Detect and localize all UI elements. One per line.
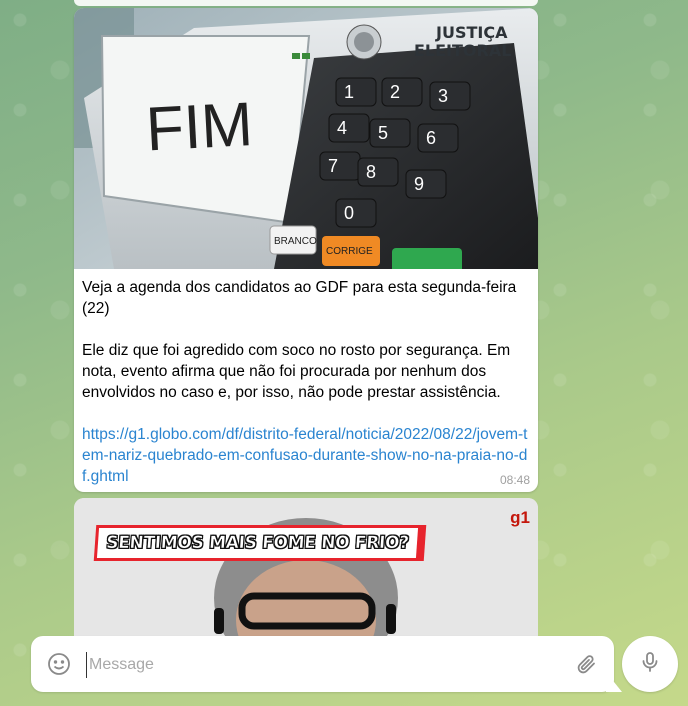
key-0: 0 xyxy=(344,203,354,223)
previous-message-bottom xyxy=(74,0,538,6)
video-message[interactable]: SENTIMOS MAIS FOME NO FRIO? g1 xyxy=(74,498,538,638)
key-4: 4 xyxy=(337,118,347,138)
message-body: Ele diz que foi agredido com soco no ros… xyxy=(82,342,511,401)
brand-line1: JUSTIÇA xyxy=(435,23,508,42)
emoji-icon[interactable] xyxy=(47,652,71,676)
brand-line2: ELEITORAL xyxy=(414,41,511,60)
key-1: 1 xyxy=(344,82,354,102)
key-branco: BRANCO xyxy=(274,236,317,247)
key-2: 2 xyxy=(390,82,400,102)
message-title: Veja a agenda dos candidatos ao GDF para… xyxy=(82,279,517,317)
article-link[interactable]: https://g1.globo.com/df/distrito-federal… xyxy=(82,426,527,485)
video-banner: SENTIMOS MAIS FOME NO FRIO? xyxy=(93,525,427,561)
key-3: 3 xyxy=(438,86,448,106)
microphone-button[interactable] xyxy=(622,636,678,692)
message-input[interactable] xyxy=(86,652,561,678)
key-9: 9 xyxy=(414,174,424,194)
key-6: 6 xyxy=(426,128,436,148)
composer-area xyxy=(0,628,688,706)
video-thumbnail xyxy=(74,498,538,638)
key-corrige: CORRIGE xyxy=(326,246,373,257)
banner-text: SENTIMOS MAIS FOME NO FRIO? xyxy=(105,533,410,554)
microphone-icon xyxy=(638,650,662,679)
voting-machine-photo: FIM JUSTIÇA ELEITORAL 1 2 3 4 5 6 7 8 9 … xyxy=(74,8,538,269)
message-bubble[interactable]: FIM JUSTIÇA ELEITORAL 1 2 3 4 5 6 7 8 9 … xyxy=(74,8,538,492)
key-7: 7 xyxy=(328,156,338,176)
screen-fim-text: FIM xyxy=(144,90,254,164)
key-5: 5 xyxy=(378,123,388,143)
g1-logo: g1 xyxy=(510,508,530,527)
paperclip-icon[interactable] xyxy=(574,652,598,676)
message-image[interactable]: FIM JUSTIÇA ELEITORAL 1 2 3 4 5 6 7 8 9 … xyxy=(74,8,538,269)
message-time: 08:48 xyxy=(499,473,530,487)
message-composer xyxy=(31,636,614,692)
key-8: 8 xyxy=(366,162,376,182)
